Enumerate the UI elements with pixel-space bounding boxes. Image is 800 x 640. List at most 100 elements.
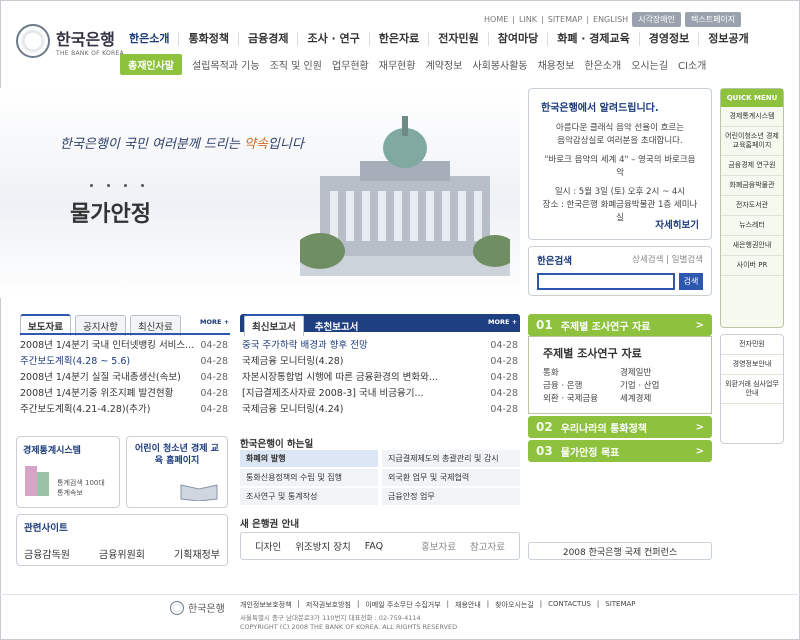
accordion-item-inflation[interactable]: 03 물가안정 목표 > bbox=[528, 440, 712, 462]
related-link[interactable]: 기획재정부 bbox=[174, 546, 220, 561]
topic-link[interactable]: 외환 · 국제금융 bbox=[543, 393, 620, 406]
subnav-organization[interactable]: 조직 및 인원 bbox=[270, 57, 322, 72]
role-item[interactable]: 금융안정 업무 bbox=[382, 488, 520, 505]
role-item[interactable]: 지급결제제도의 총괄관리 및 감시 bbox=[382, 450, 520, 467]
gnb-finance-economy[interactable]: 금융경제 bbox=[239, 32, 299, 46]
topic-link[interactable]: 금융 · 은행 bbox=[543, 380, 620, 393]
topic-link[interactable]: 경제일반 bbox=[620, 367, 697, 380]
gnb-monetary-policy[interactable]: 통화정책 bbox=[179, 32, 239, 46]
quick-item[interactable]: 경영정보안내 bbox=[721, 355, 783, 375]
footer-link[interactable]: 이메일 주소무단 수집거부 bbox=[365, 600, 440, 610]
quick-item[interactable]: 화폐금융박물관 bbox=[721, 176, 783, 196]
list-item[interactable]: 2008년 1/4분기 실질 국내총생산(속보) 04-28 bbox=[20, 370, 228, 386]
banknote-link-design[interactable]: 디자인 bbox=[255, 539, 281, 553]
topic-link[interactable]: 기업 · 산업 bbox=[620, 380, 697, 393]
notice-more-link[interactable]: 자세히보기 bbox=[655, 217, 699, 231]
topic-link[interactable]: 통화 bbox=[543, 367, 620, 380]
utility-bar: HOME | LINK | SITEMAP | ENGLISH 시각장애인 텍스트페이… bbox=[484, 12, 742, 27]
quick-item[interactable]: 외환거래 심사업무안내 bbox=[721, 375, 783, 404]
list-item[interactable]: 주간보도계획(4.28 ~ 5.6) 04-28 bbox=[20, 354, 228, 370]
new-banknote-box: 디자인 위조방지 장치 FAQ 홍보자료 참고자료 bbox=[240, 532, 520, 560]
footer-link[interactable]: 찾아오시는길 bbox=[495, 600, 534, 610]
subnav-contracts[interactable]: 계약정보 bbox=[426, 57, 463, 72]
banknote-link-pr[interactable]: 홍보자료 bbox=[421, 539, 456, 553]
subnav-governor-greeting[interactable]: 총재인사말 bbox=[120, 53, 182, 75]
gnb-disclosure[interactable]: 정보공개 bbox=[699, 32, 757, 46]
gnb-education[interactable]: 화폐 · 경제교육 bbox=[548, 32, 640, 46]
list-item[interactable]: [지급결제조사자료 2008-3] 국내 비금융기... 04-28 bbox=[242, 386, 518, 402]
gnb-participation[interactable]: 참여마당 bbox=[489, 32, 549, 46]
related-title: 관련사이트 bbox=[24, 523, 68, 534]
footer-link[interactable]: 개인정보보호정책 bbox=[240, 600, 292, 610]
list-item[interactable]: 주간보도계획(4.21-4.28)(추가) 04-28 bbox=[20, 402, 228, 418]
banknote-link-reference[interactable]: 참고자료 bbox=[470, 539, 505, 553]
quick-item[interactable]: 경제통계시스템 bbox=[721, 107, 783, 127]
reports-more-link[interactable]: MORE + bbox=[488, 318, 517, 326]
search-options[interactable]: 상세검색 | 일별검색 bbox=[632, 253, 703, 267]
tab-recommended-reports[interactable]: 추천보고서 bbox=[308, 316, 366, 336]
gnb-management[interactable]: 경영정보 bbox=[640, 32, 700, 46]
banknote-link-security[interactable]: 위조방지 장치 bbox=[295, 539, 350, 553]
subnav-volunteer[interactable]: 사회봉사활동 bbox=[472, 57, 527, 72]
promo-stats-system[interactable]: 경제통계시스템 통계검색 100대 통계속보 bbox=[16, 436, 120, 508]
gnb-about[interactable]: 한은소개 bbox=[120, 32, 180, 46]
accordion-item-monetary[interactable]: 02 우리나라의 통화정책 > bbox=[528, 416, 712, 438]
quick-menu-header: QUICK MENU bbox=[721, 89, 783, 107]
news-more-link[interactable]: MORE + bbox=[200, 318, 229, 326]
new-banknote-title: 새 은행권 안내 bbox=[240, 519, 300, 530]
role-item[interactable]: 화폐의 발행 bbox=[240, 450, 378, 467]
quick-item[interactable]: 전자민원 bbox=[721, 335, 783, 355]
quick-item[interactable]: 금융경제 연구원 bbox=[721, 156, 783, 176]
gnb-e-petition[interactable]: 전자민원 bbox=[429, 32, 489, 46]
list-item[interactable]: 국제금융 모니터링(4.28) 04-28 bbox=[242, 354, 518, 370]
list-item[interactable]: 중국 주가하락 배경과 향후 전망 04-28 bbox=[242, 338, 518, 354]
subnav-directions[interactable]: 오시는길 bbox=[631, 57, 668, 72]
list-item[interactable]: 2008년 1/4분기중 위조지폐 발견현황 04-28 bbox=[20, 386, 228, 402]
related-link[interactable]: 금융위원회 bbox=[99, 546, 145, 561]
util-home[interactable]: HOME bbox=[484, 15, 508, 24]
search-input[interactable] bbox=[537, 273, 675, 290]
quick-item[interactable]: 새은행권안내 bbox=[721, 236, 783, 256]
quick-item[interactable]: 어린이청소년 경제교육홈페이지 bbox=[721, 127, 783, 156]
list-item[interactable]: 2008년 1/4분기 국내 인터넷뱅킹 서비스... 04-28 bbox=[20, 338, 228, 354]
util-english[interactable]: ENGLISH bbox=[593, 15, 628, 24]
footer-link[interactable]: SITEMAP bbox=[605, 600, 635, 610]
footer-link[interactable]: 저작권보호방침 bbox=[306, 600, 351, 610]
footer-address: 서울특별시 중구 남대문로3가 110번지 대표전화 : 02-759-4114 bbox=[240, 614, 421, 622]
site-logo[interactable]: 한국은행 THE BANK OF KOREA bbox=[16, 24, 124, 58]
util-sitemap[interactable]: SITEMAP bbox=[548, 15, 583, 24]
footer-link[interactable]: CONTACTUS bbox=[548, 600, 591, 610]
tab-latest-reports[interactable]: 최신보고서 bbox=[244, 314, 304, 336]
gnb-research[interactable]: 조사 · 연구 bbox=[298, 32, 370, 46]
list-item[interactable]: 국제금융 모니터링(4.24) 04-28 bbox=[242, 402, 518, 418]
search-button[interactable]: 검색 bbox=[679, 273, 703, 290]
news-tab-underline bbox=[20, 333, 230, 335]
conference-link[interactable]: 2008 한국은행 국제 컨퍼런스 bbox=[528, 542, 712, 560]
subnav-ci[interactable]: CI소개 bbox=[678, 57, 706, 72]
role-item[interactable]: 외국환 업무 및 국제협력 bbox=[382, 469, 520, 486]
subnav-finance[interactable]: 재무현황 bbox=[379, 57, 416, 72]
util-link[interactable]: LINK bbox=[519, 15, 537, 24]
role-item[interactable]: 조사연구 및 통계작성 bbox=[240, 488, 378, 505]
subnav-purpose[interactable]: 설립목적과 기능 bbox=[192, 57, 260, 72]
list-item[interactable]: 자본시장통합법 시행에 따른 금융환경의 변화와... 04-28 bbox=[242, 370, 518, 386]
subnav-recruit[interactable]: 채용정보 bbox=[538, 57, 575, 72]
text-page-button[interactable]: 텍스트페이지 bbox=[684, 12, 742, 27]
related-link[interactable]: 금융감독원 bbox=[24, 546, 70, 561]
promo-kids-education[interactable]: 어린이 청소년 경제 교육 홈페이지 bbox=[126, 436, 228, 508]
notice-box: 한국은행에서 알려드립니다. 아름다운 클래식 음악 선율이 흐르는 음악감상실… bbox=[528, 88, 712, 240]
quick-item[interactable]: 전자도서관 bbox=[721, 196, 783, 216]
role-item[interactable]: 통화신용정책의 수립 및 집행 bbox=[240, 469, 378, 486]
banknote-link-faq[interactable]: FAQ bbox=[365, 541, 383, 552]
footer-link[interactable]: 채용안내 bbox=[455, 600, 481, 610]
chevron-right-icon: > bbox=[695, 319, 704, 331]
quick-item[interactable]: 뉴스레터 bbox=[721, 216, 783, 236]
quick-item[interactable]: 사이버 PR bbox=[721, 256, 783, 276]
subnav-about[interactable]: 한은소개 bbox=[584, 57, 621, 72]
subnav-business[interactable]: 업무현황 bbox=[332, 57, 369, 72]
topic-link[interactable]: 세계경제 bbox=[620, 393, 697, 406]
quick-menu-secondary: 전자민원 경영정보안내 외환거래 심사업무안내 bbox=[720, 334, 784, 444]
visually-impaired-button[interactable]: 시각장애인 bbox=[632, 12, 681, 27]
accordion-item-research[interactable]: 01 주제별 조사연구 자료 > bbox=[528, 314, 712, 336]
gnb-data[interactable]: 한은자료 bbox=[370, 32, 430, 46]
